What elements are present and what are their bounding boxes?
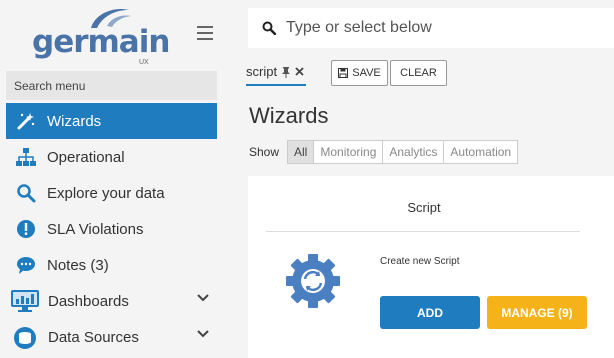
wand-icon [14, 109, 38, 133]
chevron-down-icon[interactable] [197, 330, 209, 338]
global-search-bar [248, 8, 614, 48]
filter-analytics[interactable]: Analytics [382, 140, 445, 164]
search-icon [14, 181, 38, 205]
sidebar-item-label: Explore your data [47, 184, 165, 202]
sidebar-item-operational[interactable]: Operational [6, 139, 217, 175]
category-filter-tabs: All Monitoring Analytics Automation [287, 140, 519, 164]
gear-sync-icon [286, 254, 340, 308]
close-icon[interactable] [295, 67, 304, 76]
logo-text: germain [32, 24, 170, 60]
sidebar-item-label: SLA Violations [47, 220, 144, 238]
chevron-down-icon[interactable] [197, 294, 209, 302]
sidebar-item-notes[interactable]: Notes (3) [6, 247, 217, 283]
sidebar-nav: Wizards Operational Explore your data SL… [6, 103, 217, 355]
card-description: Create new Script [380, 256, 460, 267]
sidebar-item-dashboards[interactable]: Dashboards [6, 283, 217, 319]
search-menu-input[interactable] [6, 71, 217, 100]
show-label: Show [249, 145, 280, 159]
dashboard-monitor-icon [10, 289, 40, 313]
germain-logo[interactable]: germain UX [30, 6, 170, 66]
card-title: Script [407, 200, 441, 215]
clear-label: CLEAR [400, 67, 437, 79]
manage-button[interactable]: MANAGE (9) [487, 296, 587, 329]
chat-icon [14, 253, 38, 277]
sidebar-item-label: Data Sources [48, 328, 139, 346]
page-title: Wizards [249, 103, 329, 128]
sidebar-item-explore[interactable]: Explore your data [6, 175, 217, 211]
database-icon [10, 325, 40, 349]
logo-subtext: UX [139, 59, 149, 66]
add-button[interactable]: ADD [380, 296, 480, 329]
search-icon [262, 21, 276, 35]
filter-automation[interactable]: Automation [443, 140, 519, 164]
org-chart-icon [14, 145, 38, 169]
sidebar-item-label: Notes (3) [47, 256, 109, 274]
floppy-disk-icon [338, 68, 349, 78]
save-label: SAVE [352, 67, 381, 79]
filter-all[interactable]: All [287, 140, 315, 164]
sidebar: germain UX Wizards Operational Explore y… [0, 0, 226, 358]
clear-button[interactable]: CLEAR [390, 60, 447, 86]
global-search-input[interactable] [286, 16, 586, 40]
card-divider [266, 231, 580, 232]
save-button[interactable]: SAVE [331, 60, 388, 86]
alert-icon [14, 217, 38, 241]
sidebar-item-wizards[interactable]: Wizards [6, 103, 217, 139]
wizard-card-script: Script Create new Script ADD MANAGE (9) [248, 176, 614, 358]
sidebar-item-label: Dashboards [48, 292, 129, 310]
tab-label: script [246, 64, 278, 79]
sidebar-item-sla-violations[interactable]: SLA Violations [6, 211, 217, 247]
sidebar-item-data-sources[interactable]: Data Sources [6, 319, 217, 355]
hamburger-menu-icon[interactable] [197, 26, 213, 40]
filter-monitoring[interactable]: Monitoring [313, 140, 384, 164]
sidebar-item-label: Operational [47, 148, 125, 166]
pin-icon[interactable] [281, 66, 291, 78]
tab-script[interactable]: script [246, 62, 307, 86]
sidebar-item-label: Wizards [47, 112, 102, 130]
